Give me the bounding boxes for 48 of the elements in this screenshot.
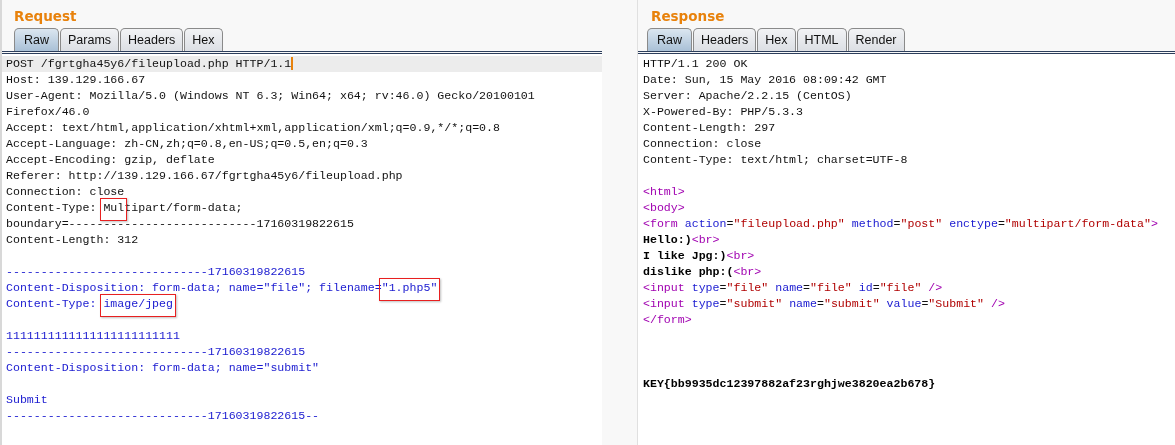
pane-title: Response <box>650 7 726 26</box>
tab[interactable]: Params <box>60 28 120 51</box>
code-line: Content-Disposition: form-data; name="submit" <box>5 360 321 376</box>
code-line: 1111111111111111111111111 <box>5 328 181 344</box>
code-line: <html> <box>642 184 686 200</box>
tab[interactable]: Raw <box>14 28 59 51</box>
tab[interactable]: Raw <box>647 28 692 51</box>
text-editor[interactable] <box>638 54 1175 445</box>
tab[interactable]: HTML <box>796 28 847 51</box>
code-line: Content-Type: image/jpeg <box>5 296 174 312</box>
code-line: Submit <box>5 392 49 408</box>
code-line: X-Powered-By: PHP/5.3.3 <box>642 104 805 120</box>
code-line: Connection: close <box>5 184 126 200</box>
code-line: <body> <box>642 200 686 216</box>
code-line: </form> <box>642 312 693 328</box>
tab[interactable]: Headers <box>120 28 184 51</box>
text-cursor <box>291 57 294 71</box>
code-line: KEY{bb9935dc12397882af23rghjwe3820ea2b678} <box>642 376 937 392</box>
code-line: dislike php:(<br> <box>642 264 763 280</box>
tab[interactable]: Render <box>847 28 905 51</box>
code-line: Accept: text/html,application/xhtml+xml,application/xml;q=0.9,*/*;q=0.8 <box>5 120 501 136</box>
code-line: -----------------------------17160319822615 <box>5 344 307 360</box>
code-line: Hello:)<br> <box>642 232 721 248</box>
code-line: Firefox/46.0 <box>5 104 91 120</box>
code-line: <input type="file" name="file" id="file" /> <box>642 280 944 296</box>
code-line: Content-Length: 312 <box>5 232 140 248</box>
tab[interactable]: Headers <box>693 28 757 51</box>
code-line: HTTP/1.1 200 OK <box>642 56 749 72</box>
code-line: -----------------------------17160319822615 <box>5 264 307 280</box>
code-line: Referer: http://139.129.166.67/fgrtgha45y6/fileupload.php <box>5 168 404 184</box>
text-editor[interactable] <box>2 54 602 445</box>
code-line: Content-Type: text/html; charset=UTF-8 <box>642 152 909 168</box>
tab[interactable]: Hex <box>184 28 223 51</box>
code-line: Server: Apache/2.2.15 (CentOS) <box>642 88 853 104</box>
code-line: Connection: close <box>642 136 763 152</box>
code-line: I like Jpg:)<br> <box>642 248 756 264</box>
code-line: Host: 139.129.166.67 <box>5 72 147 88</box>
code-line: <form action="fileupload.php" method="post" enctype="multipart/form-data"> <box>642 216 1159 232</box>
code-line: Date: Sun, 15 May 2016 08:09:42 GMT <box>642 72 888 88</box>
code-line: Content-Length: 297 <box>642 120 777 136</box>
code-line: Accept-Language: zh-CN,zh;q=0.8,en-US;q=0.5,en;q=0.3 <box>5 136 369 152</box>
code-line: Accept-Encoding: gzip, deflate <box>5 152 216 168</box>
code-line: User-Agent: Mozilla/5.0 (Windows NT 6.3; Win64; x64; rv:46.0) Gecko/20100101 <box>5 88 536 104</box>
code-line: boundary=---------------------------17160319822615 <box>5 216 355 232</box>
tab[interactable]: Hex <box>757 28 796 51</box>
code-line: -----------------------------17160319822615-- <box>5 408 321 424</box>
pane-title: Request <box>13 7 78 26</box>
code-line: <input type="submit" name="submit" value="Submit" /> <box>642 296 1006 312</box>
